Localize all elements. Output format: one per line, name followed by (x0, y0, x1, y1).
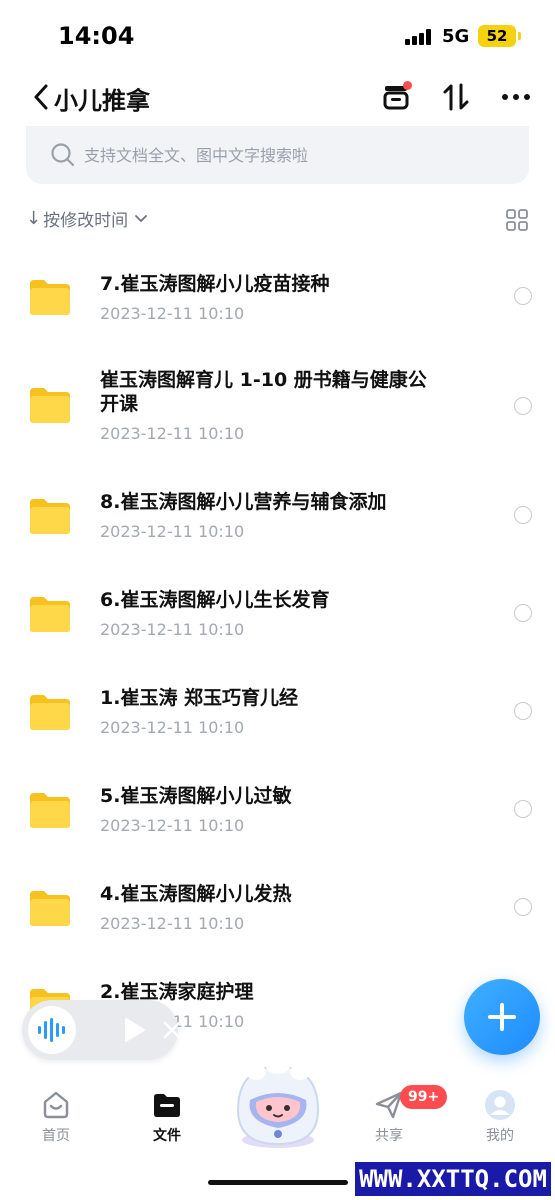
nav-bar: 小儿推拿 (0, 75, 555, 121)
file-name: 1.崔玉涛 郑玉巧育儿经 (100, 687, 299, 709)
list-item[interactable]: 8.崔玉涛图解小儿营养与辅食添加 2023-12-11 10:10 (0, 460, 555, 558)
play-icon[interactable] (120, 1016, 148, 1044)
file-date: 2023-12-11 10:10 (100, 718, 245, 737)
home-icon (43, 1091, 69, 1119)
file-name: 4.崔玉涛图解小儿发热 (100, 883, 292, 905)
voice-player[interactable] (22, 1000, 181, 1060)
folder-icon (30, 597, 70, 632)
share-count-badge: 99+ (400, 1085, 448, 1109)
notification-dot (403, 81, 412, 90)
select-radio[interactable] (514, 800, 532, 818)
list-item[interactable]: 7.崔玉涛图解小儿疫苗接种 2023-12-11 10:10 (0, 238, 555, 336)
file-name: 8.崔玉涛图解小儿营养与辅食添加 (100, 491, 387, 513)
grid-view-icon[interactable] (505, 208, 529, 232)
file-date: 2023-12-11 10:10 (100, 522, 245, 541)
file-list: 7.崔玉涛图解小儿疫苗接种 2023-12-11 10:10 崔玉涛图解育儿 1… (0, 238, 555, 1048)
add-button[interactable] (464, 979, 540, 1055)
select-radio[interactable] (514, 287, 532, 305)
status-bar: 14:04 5G 52 (0, 0, 555, 70)
file-name: 5.崔玉涛图解小儿过敏 (100, 785, 292, 807)
sort-arrows-icon (443, 83, 469, 111)
status-time: 14:04 (58, 22, 135, 50)
network-label: 5G (442, 26, 470, 47)
assistant-mascot-icon[interactable] (226, 1058, 330, 1150)
file-name: 6.崔玉涛图解小儿生长发育 (100, 589, 330, 611)
select-radio[interactable] (514, 397, 532, 415)
list-item[interactable]: 5.崔玉涛图解小儿过敏 2023-12-11 10:10 (0, 754, 555, 852)
sort-row: ↓ 按修改时间 (26, 206, 529, 236)
folder-icon (30, 388, 70, 423)
chevron-down-icon (135, 214, 147, 222)
tab-label: 首页 (42, 1128, 70, 1144)
file-date: 2023-12-11 10:10 (100, 620, 245, 639)
select-radio[interactable] (514, 604, 532, 622)
tab-files[interactable]: 文件 (127, 1089, 207, 1145)
home-indicator (208, 1180, 348, 1185)
folder-icon (30, 891, 70, 926)
plus-icon (488, 1003, 516, 1031)
back-button[interactable] (28, 79, 54, 115)
arrow-down-icon: ↓ (26, 208, 42, 229)
tab-label: 文件 (153, 1128, 181, 1144)
sort-by-modified-button[interactable]: ↓ 按修改时间 (26, 206, 148, 231)
watermark: WWW.XXTTQ.COM (355, 1162, 551, 1196)
tab-profile[interactable]: 我的 (460, 1089, 540, 1145)
voice-wave-button[interactable] (28, 1006, 76, 1054)
folder-icon (30, 499, 70, 534)
more-icon (502, 94, 530, 100)
file-name: 崔玉涛图解育儿 1-10 册书籍与健康公开课 (100, 369, 427, 415)
list-item[interactable]: 6.崔玉涛图解小儿生长发育 2023-12-11 10:10 (0, 558, 555, 656)
list-item[interactable]: 1.崔玉涛 郑玉巧育儿经 2023-12-11 10:10 (0, 656, 555, 754)
file-date: 2023-12-11 10:10 (100, 816, 245, 835)
select-radio[interactable] (514, 898, 532, 916)
chevron-left-icon (34, 84, 48, 110)
page-title: 小儿推拿 (54, 87, 150, 115)
soundwave-icon (38, 1018, 65, 1042)
search-icon (51, 143, 75, 167)
sort-label: 按修改时间 (43, 211, 129, 231)
close-icon[interactable] (160, 1018, 184, 1042)
folder-icon (30, 280, 70, 315)
sort-order-button[interactable] (438, 79, 474, 115)
list-item[interactable]: 崔玉涛图解育儿 1-10 册书籍与健康公开课 2023-12-11 10:10 (0, 336, 555, 460)
more-button[interactable] (498, 79, 534, 115)
select-radio[interactable] (514, 702, 532, 720)
signal-icon (405, 29, 435, 45)
file-date: 2023-12-11 10:10 (100, 304, 245, 323)
tab-label: 共享 (375, 1128, 403, 1144)
transfer-list-button[interactable] (378, 79, 414, 115)
tab-home[interactable]: 首页 (16, 1089, 96, 1145)
search-bar[interactable] (26, 126, 529, 184)
file-date: 2023-12-11 10:10 (100, 424, 245, 443)
tab-label: 我的 (486, 1128, 514, 1144)
select-radio[interactable] (514, 506, 532, 524)
file-date: 2023-12-11 10:10 (100, 914, 245, 933)
folder-tab-icon (154, 1094, 180, 1117)
folder-icon (30, 695, 70, 730)
battery-icon: 52 (478, 25, 521, 47)
search-input[interactable] (84, 145, 484, 165)
list-item[interactable]: 4.崔玉涛图解小儿发热 2023-12-11 10:10 (0, 852, 555, 950)
folder-icon (30, 793, 70, 828)
file-name: 7.崔玉涛图解小儿疫苗接种 (100, 273, 330, 295)
profile-icon (485, 1090, 515, 1120)
